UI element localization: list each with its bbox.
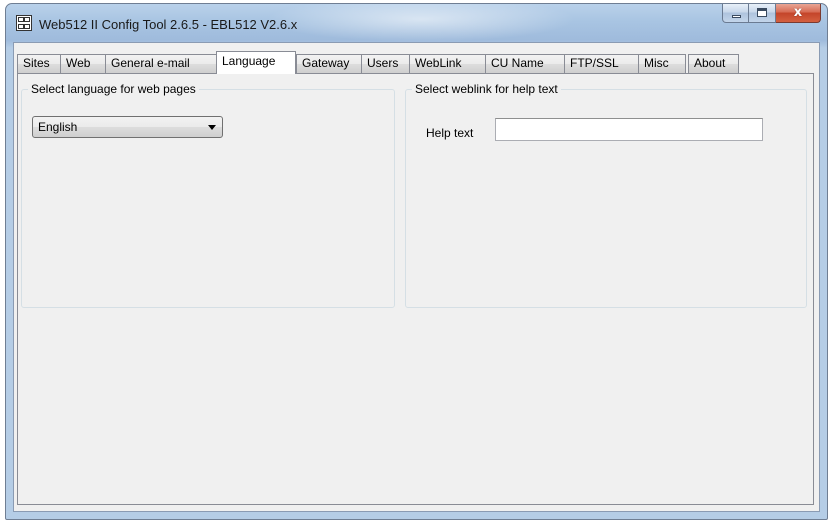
tab-cu-name[interactable]: CU Name: [485, 54, 565, 73]
app-window: Web512 II Config Tool 2.6.5 - EBL512 V2.…: [5, 3, 828, 520]
title-bar-highlight: [266, 4, 576, 42]
tab-gateway[interactable]: Gateway: [296, 54, 362, 73]
weblink-group-title: Select weblink for help text: [412, 82, 561, 96]
window-title: Web512 II Config Tool 2.6.5 - EBL512 V2.…: [39, 17, 298, 32]
tab-language[interactable]: Language: [216, 51, 296, 74]
language-group-title: Select language for web pages: [28, 82, 199, 96]
tab-label: About: [694, 56, 726, 70]
help-text-input[interactable]: [495, 118, 763, 141]
tab-label: Gateway: [302, 56, 350, 70]
title-bar[interactable]: Web512 II Config Tool 2.6.5 - EBL512 V2.…: [6, 4, 827, 42]
tab-label: Users: [367, 56, 399, 70]
tab-label: WebLink: [415, 56, 462, 70]
minimize-icon: [732, 15, 741, 18]
client-area: Sites Web General e-mail Language Gatewa…: [13, 42, 820, 512]
tab-general-email[interactable]: General e-mail: [105, 54, 217, 73]
language-dropdown[interactable]: English: [32, 116, 223, 138]
caption-buttons: x: [722, 4, 821, 24]
close-icon: x: [793, 5, 803, 20]
tab-sites[interactable]: Sites: [17, 54, 61, 73]
language-dropdown-value: English: [38, 120, 78, 134]
help-text-label: Help text: [426, 126, 474, 140]
maximize-button[interactable]: [749, 4, 776, 23]
tab-ftp-ssl[interactable]: FTP/SSL: [564, 54, 639, 73]
chevron-down-icon: [208, 125, 216, 130]
tab-label: Sites: [23, 56, 50, 70]
language-groupbox: Select language for web pages English: [21, 82, 395, 308]
tab-misc[interactable]: Misc: [638, 54, 686, 73]
tab-label: Language: [222, 54, 276, 68]
tab-label: Misc: [644, 56, 669, 70]
minimize-button[interactable]: [722, 4, 749, 23]
language-tab-page: Select language for web pages English Se…: [17, 73, 814, 505]
tab-web[interactable]: Web: [60, 54, 106, 73]
close-button[interactable]: x: [776, 4, 821, 23]
tab-label: General e-mail: [111, 56, 190, 70]
weblink-groupbox: Select weblink for help text Help text: [405, 82, 807, 308]
maximize-icon: [757, 8, 767, 17]
tab-label: CU Name: [491, 56, 544, 70]
tab-label: FTP/SSL: [570, 56, 619, 70]
tab-weblink[interactable]: WebLink: [409, 54, 486, 73]
tab-about[interactable]: About: [688, 54, 739, 73]
app-icon: [16, 15, 32, 31]
tab-users[interactable]: Users: [361, 54, 410, 73]
tab-label: Web: [66, 56, 91, 70]
